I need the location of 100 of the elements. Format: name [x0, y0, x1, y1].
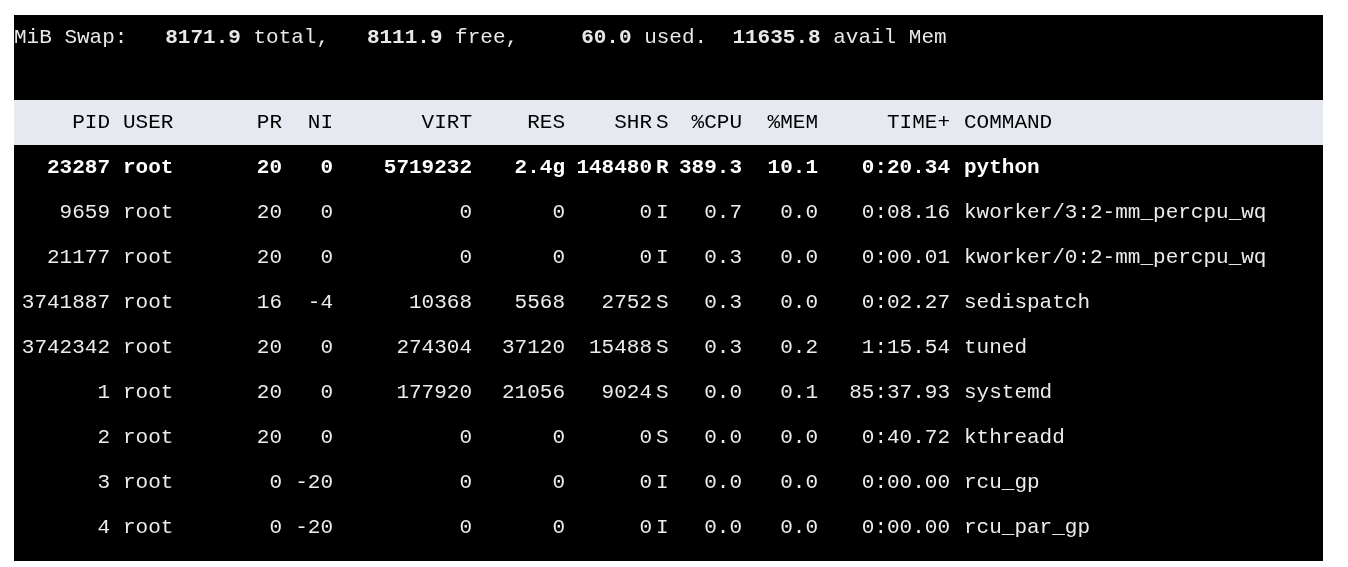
table-cell: 0 — [639, 470, 652, 494]
table-cell: 20 — [256, 380, 282, 404]
table-cell: 148480 — [576, 155, 652, 179]
table-cell: 0:40.72 — [861, 425, 950, 449]
table-cell: I — [656, 515, 669, 539]
table-cell: 0.7 — [704, 200, 742, 224]
table-cell: root — [123, 515, 174, 539]
table-cell: 0:00.01 — [861, 245, 950, 269]
table-cell: rcu_par_gp — [964, 515, 1091, 539]
table-cell: 0.0 — [780, 470, 818, 494]
table-cell: -20 — [295, 515, 333, 539]
table-cell: S — [656, 425, 669, 449]
table-cell: 1:15.54 — [861, 335, 950, 359]
column-header: VIRT — [421, 110, 472, 134]
table-cell: 0.3 — [704, 290, 742, 314]
table-cell: 20 — [256, 425, 282, 449]
table-cell: 177920 — [396, 380, 472, 404]
table-cell: 0 — [639, 245, 652, 269]
table-cell: 0.3 — [704, 335, 742, 359]
table-cell: 0 — [459, 425, 472, 449]
table-cell: 0.0 — [704, 380, 742, 404]
table-cell: 0.0 — [780, 200, 818, 224]
table-cell: 0 — [459, 470, 472, 494]
table-cell: root — [123, 425, 174, 449]
table-cell: 0 — [459, 245, 472, 269]
table-cell: 4 — [97, 515, 110, 539]
table-cell: 0.3 — [704, 245, 742, 269]
table-cell: root — [123, 290, 174, 314]
table-cell: 85:37.93 — [849, 380, 950, 404]
table-cell: 20 — [256, 335, 282, 359]
table-cell: kworker/3:2-mm_percpu_wq — [964, 200, 1267, 224]
table-cell: 0 — [269, 470, 282, 494]
table-cell: 0.2 — [780, 335, 818, 359]
column-header: S — [656, 110, 669, 134]
table-cell: 10368 — [409, 290, 472, 314]
table-cell: python — [964, 155, 1040, 179]
table-cell: 0.0 — [780, 290, 818, 314]
column-header: %MEM — [767, 110, 818, 134]
table-cell: 9024 — [601, 380, 652, 404]
table-cell: 20 — [256, 200, 282, 224]
table-cell: 0.0 — [780, 245, 818, 269]
table-cell: 0:02.27 — [861, 290, 950, 314]
swap-summary: MiB Swap: 8171.9 total, 8111.9 free, 60.0 used. 11635.8 avail Mem — [14, 24, 947, 51]
table-cell: I — [656, 470, 669, 494]
table-cell: 0 — [320, 200, 333, 224]
table-cell: 0 — [320, 425, 333, 449]
column-header: PID — [72, 110, 110, 134]
table-cell: 0 — [320, 155, 333, 179]
table-cell: 0 — [639, 200, 652, 224]
table-cell: systemd — [964, 380, 1053, 404]
table-cell: -4 — [307, 290, 333, 314]
table-cell: kthreadd — [964, 425, 1065, 449]
table-cell: 3 — [97, 470, 110, 494]
table-cell: 0:00.00 — [861, 515, 950, 539]
table-cell: sedispatch — [964, 290, 1091, 314]
table-cell: 0 — [639, 515, 652, 539]
table-cell: I — [656, 200, 669, 224]
table-cell: 0 — [459, 200, 472, 224]
table-cell: 1 — [97, 380, 110, 404]
table-cell: 0 — [552, 470, 565, 494]
table-cell: 0.0 — [780, 515, 818, 539]
table-cell: 23287 — [47, 155, 110, 179]
table-cell: 15488 — [589, 335, 652, 359]
column-header: NI — [307, 110, 333, 134]
column-header: COMMAND — [964, 110, 1053, 134]
table-cell: -20 — [295, 470, 333, 494]
table-cell: 16 — [256, 290, 282, 314]
table-cell: root — [123, 470, 174, 494]
table-cell: 2752 — [601, 290, 652, 314]
table-cell: 0 — [552, 200, 565, 224]
column-header: TIME+ — [887, 110, 950, 134]
table-cell: 0.0 — [704, 470, 742, 494]
table-cell: 0 — [552, 515, 565, 539]
table-cell: 3741887 — [21, 290, 110, 314]
table-cell: root — [123, 380, 174, 404]
table-cell: 0 — [552, 245, 565, 269]
table-cell: S — [656, 335, 669, 359]
table-cell: S — [656, 380, 669, 404]
table-cell: 9659 — [59, 200, 110, 224]
column-header: %CPU — [691, 110, 742, 134]
table-cell: rcu_gp — [964, 470, 1040, 494]
table-cell: 0:08.16 — [861, 200, 950, 224]
table-cell: 0.0 — [780, 425, 818, 449]
table-cell: 10.1 — [767, 155, 818, 179]
table-cell: 20 — [256, 245, 282, 269]
table-cell: 0 — [320, 380, 333, 404]
table-cell: tuned — [964, 335, 1027, 359]
table-cell: 2 — [97, 425, 110, 449]
table-cell: 3742342 — [21, 335, 110, 359]
table-cell: 2.4g — [514, 155, 565, 179]
table-cell: 20 — [256, 155, 282, 179]
table-cell: root — [123, 245, 174, 269]
table-cell: 37120 — [502, 335, 565, 359]
table-cell: 274304 — [396, 335, 472, 359]
table-cell: 5568 — [514, 290, 565, 314]
table-cell: 389.3 — [679, 155, 742, 179]
table-cell: 0.0 — [704, 425, 742, 449]
table-cell: 0 — [552, 425, 565, 449]
table-cell: 0 — [459, 515, 472, 539]
table-cell: 0 — [269, 515, 282, 539]
